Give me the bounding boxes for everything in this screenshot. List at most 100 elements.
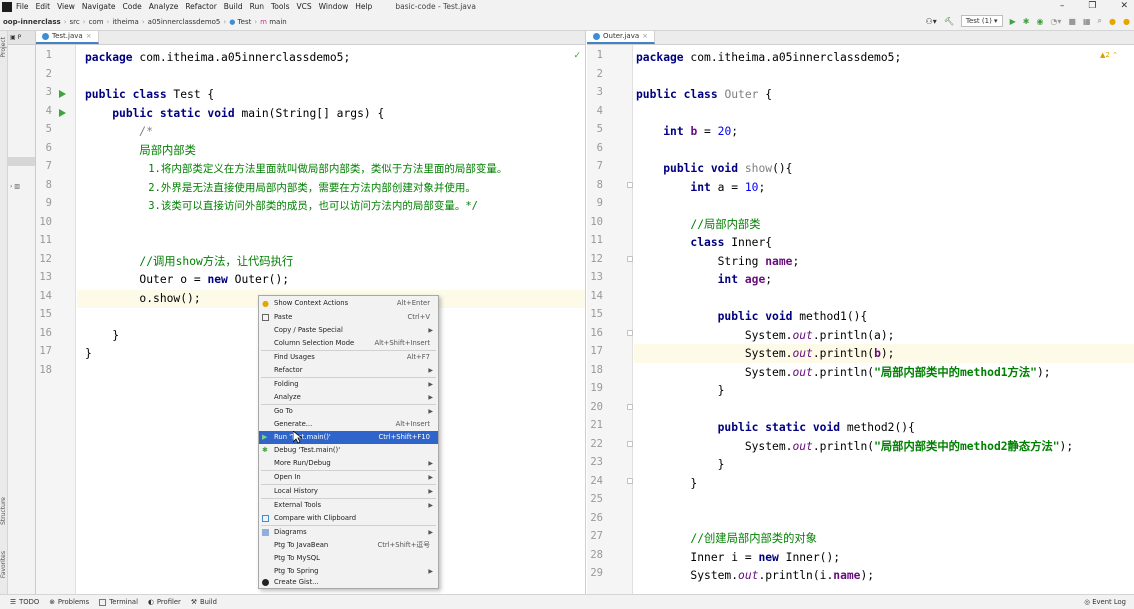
run-icon[interactable]: ▶ [1010,17,1016,26]
favorites-tool-label[interactable]: Favorites [0,551,7,578]
search-everywhere-icon[interactable]: ⌕ [1098,16,1102,26]
code-line[interactable]: int a = 10; [636,179,765,198]
code-line[interactable]: System.out.println("局部内部类中的method2静态方法")… [636,438,1073,457]
warning-indicator[interactable]: ▲2 ⌃ [1100,51,1118,59]
menu-analyze[interactable]: Analyze [149,2,179,11]
breadcrumb-class[interactable]: ● Test [229,18,251,26]
menu-navigate[interactable]: Navigate [82,2,116,11]
update-icon[interactable]: ● [1109,17,1116,26]
code-line[interactable]: public static void main(String[] args) { [85,105,384,124]
project-tree-node[interactable]: › ▥ [10,183,20,190]
close-icon[interactable]: ✕ [1120,1,1128,11]
project-tool-label[interactable]: Project [0,37,7,58]
problems-tool-button[interactable]: ⊗ Problems [49,598,89,606]
code-line[interactable]: } [636,475,697,494]
menu-item-analyze[interactable]: Analyze ▶ [259,391,438,404]
menu-item-find-usages[interactable]: Find Usages Alt+F7 [259,351,438,364]
build-tool-button[interactable]: ⚒ Build [191,598,217,606]
menu-item-copy-paste-special[interactable]: Copy / Paste Special ▶ [259,324,438,337]
code-line[interactable]: public void method1(){ [636,308,868,327]
code-line[interactable]: } [85,345,92,364]
code-line[interactable]: System.out.println("局部内部类中的method1方法"); [636,364,1051,383]
project-panel-header[interactable]: ▣ P [8,31,35,45]
menu-item-ptg-mysql[interactable]: Ptg To MySQL [259,552,438,565]
debug-icon[interactable]: ✱ [1023,17,1030,26]
menu-code[interactable]: Code [123,2,142,11]
menu-refactor[interactable]: Refactor [185,2,216,11]
menu-item-go-to[interactable]: Go To ▶ [259,405,438,418]
code-line[interactable]: Outer o = new Outer(); [85,271,289,290]
minimize-icon[interactable]: – [1060,1,1065,11]
menu-run[interactable]: Run [250,2,264,11]
menu-file[interactable]: File [16,2,29,11]
code-line[interactable]: public void show(){ [636,160,792,179]
menu-item-compare-clipboard[interactable]: Compare with Clipboard [259,512,438,525]
close-tab-icon[interactable]: × [642,32,648,40]
restore-icon[interactable]: ❐ [1088,1,1096,11]
code-line[interactable]: 3.该类可以直接访问外部类的成员，也可以访问方法内的局部变量。*/ [85,197,478,216]
event-log-button[interactable]: ◎ Event Log [1084,598,1126,606]
code-line[interactable]: System.out.println(i.name); [636,567,874,586]
menu-item-ptg-javabean[interactable]: Ptg To JavaBean Ctrl+Shift+逗号 [259,539,438,552]
close-tab-icon[interactable]: × [86,32,92,40]
code-line[interactable]: 2.外界是无法直接使用局部内部类，需要在方法内部创建对象并使用。 [85,179,476,198]
run-class-gutter-icon[interactable] [59,90,66,98]
stop-icon[interactable]: ■ [1068,17,1076,26]
code-line[interactable]: public class Test { [85,86,214,105]
menu-item-create-gist[interactable]: Create Gist... [259,576,438,589]
code-line[interactable]: //创建局部内部类的对象 [636,530,817,549]
code-line[interactable]: //局部内部类 [636,216,760,235]
menu-build[interactable]: Build [224,2,243,11]
breadcrumb-itheima[interactable]: itheima [112,18,139,26]
menu-item-open-in[interactable]: Open In ▶ [259,471,438,484]
notification-icon[interactable]: ● [1123,17,1130,26]
menu-item-generate[interactable]: Generate... Alt+Insert [259,418,438,431]
breadcrumb-package[interactable]: a05innerclassdemo5 [148,18,221,26]
menu-item-local-history[interactable]: Local History ▶ [259,485,438,498]
terminal-tool-button[interactable]: Terminal [99,598,138,606]
menu-item-column-selection[interactable]: Column Selection Mode Alt+Shift+Insert [259,337,438,350]
menu-view[interactable]: View [57,2,75,11]
code-line[interactable]: public static void method2(){ [636,419,915,438]
todo-tool-button[interactable]: ☰ TODO [10,598,39,606]
build-hammer-icon[interactable]: 🔨︎ [944,17,954,26]
breadcrumb-src[interactable]: src [70,18,80,26]
menu-item-more-run-debug[interactable]: More Run/Debug ▶ [259,457,438,470]
menu-item-external-tools[interactable]: External Tools ▶ [259,499,438,512]
menu-item-refactor[interactable]: Refactor ▶ [259,364,438,377]
run-configuration-select[interactable]: Test (1) ▾ [960,15,1003,27]
project-structure-icon[interactable]: ▦ [1083,17,1091,26]
profiler-tool-button[interactable]: ◐ Profiler [148,598,181,606]
menu-help[interactable]: Help [355,2,372,11]
code-line[interactable]: class Inner{ [636,234,772,253]
code-line[interactable]: /* [85,123,153,142]
fold-icon[interactable] [627,441,633,447]
run-main-gutter-icon[interactable] [59,108,66,117]
fold-icon[interactable] [627,256,633,262]
breadcrumb-com[interactable]: com [89,18,104,26]
code-line[interactable]: } [85,327,119,346]
code-line[interactable]: } [636,382,725,401]
menu-item-debug-test-main[interactable]: ✱ Debug 'Test.main()' [259,444,438,457]
code-line[interactable]: //调用show方法，让代码执行 [85,253,293,272]
menu-edit[interactable]: Edit [36,2,51,11]
menu-item-folding[interactable]: Folding ▶ [259,378,438,391]
code-line[interactable]: int age; [636,271,772,290]
breadcrumb-method[interactable]: m main [260,18,287,26]
code-line[interactable]: 局部内部类 [85,142,196,161]
fold-icon[interactable] [627,182,633,188]
user-icon[interactable]: ⚇▾ [926,17,937,26]
coverage-icon[interactable]: ◉ [1036,17,1043,26]
code-line[interactable]: package com.itheima.a05innerclassdemo5; [85,49,350,68]
tab-test-java[interactable]: Test.java × [36,31,99,44]
code-line[interactable]: System.out.println(a); [636,327,895,346]
code-line[interactable]: } [636,456,725,475]
menu-item-paste[interactable]: Paste Ctrl+V [259,311,438,324]
structure-tool-label[interactable]: Structure [0,497,7,525]
fold-icon[interactable] [627,478,633,484]
menu-tools[interactable]: Tools [271,2,289,11]
menu-item-run-test-main[interactable]: ▶ Run 'Test.main()' Ctrl+Shift+F10 [259,431,438,444]
project-tree-selected-row[interactable] [8,157,35,166]
code-line[interactable]: Inner i = new Inner(); [636,549,840,568]
menu-vcs[interactable]: VCS [296,2,311,11]
